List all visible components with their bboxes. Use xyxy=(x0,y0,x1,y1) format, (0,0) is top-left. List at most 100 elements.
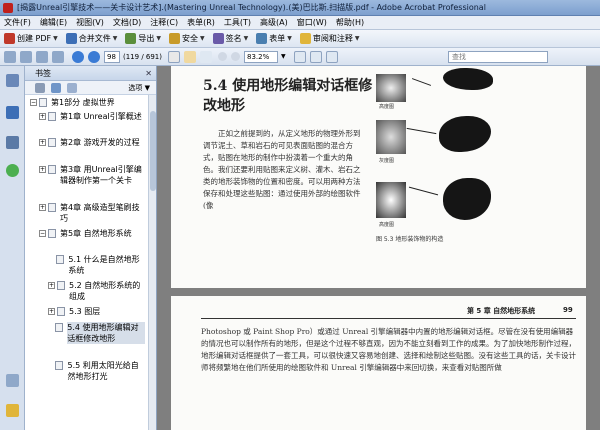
body-paragraph: Photoshop 或 Paint Shop Pro）或通过 Unreal 引擎… xyxy=(201,327,576,372)
fit-page-icon[interactable] xyxy=(293,50,306,63)
pages-icon[interactable] xyxy=(6,74,19,87)
menu-window[interactable]: 窗口(W) xyxy=(297,17,327,28)
bookmark-icon xyxy=(56,255,65,264)
lock-icon xyxy=(169,33,181,44)
bookmark-icon xyxy=(55,323,64,332)
zoom-in-icon[interactable] xyxy=(231,52,240,61)
fit-width-icon[interactable] xyxy=(309,50,322,63)
tasks-toolbar: 创建 PDF ▼ 合并文件 ▼ 导出 ▼ 安全 ▼ 签名 ▼ 表单 ▼ 审阅和注释 ▼ xyxy=(0,30,600,48)
zoom-level-select[interactable]: 83.2% xyxy=(244,50,278,63)
create-pdf-button[interactable]: 创建 PDF ▼ xyxy=(4,33,58,44)
open-icon[interactable] xyxy=(4,50,16,63)
collapse-icon[interactable]: − xyxy=(39,230,46,237)
section-heading: 5.4 使用地形编辑对话框修改地形 xyxy=(203,78,373,114)
page-number-input[interactable]: 98 xyxy=(104,50,120,63)
save-icon[interactable] xyxy=(52,50,64,63)
navigation-rail xyxy=(0,66,25,430)
bookmark-item[interactable]: 5.5 利用太阳光给自然地形打光 xyxy=(48,360,145,382)
page-count: (119 / 691) xyxy=(123,52,162,61)
figure-arrow xyxy=(411,78,432,86)
bookmarks-scrollbar[interactable] xyxy=(148,95,156,430)
select-tool-icon[interactable] xyxy=(168,50,180,63)
options-menu[interactable]: 选项 ▼ xyxy=(128,83,150,93)
zoom-tool-icon[interactable] xyxy=(200,50,212,63)
menu-comments[interactable]: 注释(C) xyxy=(150,17,178,28)
window-title: [揭露Unreal引擎技术——关卡设计艺术].(Mastering Unreal… xyxy=(17,3,486,12)
sign-button[interactable]: 签名 ▼ xyxy=(212,33,248,44)
previous-page-icon[interactable] xyxy=(72,50,84,63)
delete-bookmark-icon[interactable] xyxy=(35,82,45,93)
expand-icon[interactable]: + xyxy=(39,139,46,146)
bookmark-item[interactable]: + 第3章 用Unreal引擎编辑器制作第一个关卡 xyxy=(39,164,145,186)
secure-button[interactable]: 安全 ▼ xyxy=(169,33,205,44)
menu-document[interactable]: 文档(D) xyxy=(113,17,141,28)
bookmark-item-selected[interactable]: 5.4 使用地形编辑对话框修改地形 xyxy=(48,322,145,344)
running-head: 第 5 章 自然地形系统 xyxy=(467,307,536,315)
bookmark-item[interactable]: + 第1章 Unreal引擎概述 xyxy=(39,111,145,122)
document-view[interactable]: 5.4 使用地形编辑对话框修改地形 正如之前提到的，从定义地形的物理外形到调节泥… xyxy=(157,66,600,430)
comments-icon[interactable] xyxy=(6,404,19,417)
menu-tools[interactable]: 工具(T) xyxy=(224,17,251,28)
merge-files-button[interactable]: 合并文件 ▼ xyxy=(65,33,117,44)
secure-label: 安全 xyxy=(182,34,199,43)
scrollbar-thumb[interactable] xyxy=(150,111,156,191)
bookmark-item[interactable]: 5.1 什么是自然地形系统 xyxy=(48,254,145,276)
signatures-icon[interactable] xyxy=(6,136,19,149)
sign-label: 签名 xyxy=(225,34,242,43)
email-icon[interactable] xyxy=(36,50,48,63)
bookmarks-icon[interactable] xyxy=(6,106,19,119)
acrobat-logo-icon xyxy=(3,2,13,13)
menu-help[interactable]: 帮助(H) xyxy=(336,17,364,28)
comment-icon xyxy=(299,33,311,44)
navigation-toolbar: 98 (119 / 691) 83.2% ▼ 查找 xyxy=(0,48,600,66)
menu-view[interactable]: 视图(V) xyxy=(76,17,104,28)
export-button[interactable]: 导出 ▼ xyxy=(125,33,161,44)
page-number: 99 xyxy=(563,306,573,314)
terrain-shape xyxy=(443,68,493,90)
search-input[interactable]: 查找 xyxy=(448,51,548,63)
new-bookmark-icon[interactable] xyxy=(51,82,61,93)
form-icon xyxy=(256,33,268,44)
menu-advanced[interactable]: 高级(A) xyxy=(260,17,288,28)
hand-tool-icon[interactable] xyxy=(184,50,196,63)
zoom-dropdown-icon[interactable]: ▼ xyxy=(281,53,286,60)
expand-icon[interactable]: + xyxy=(48,282,55,289)
expand-bookmark-icon[interactable] xyxy=(67,82,77,93)
print-icon[interactable] xyxy=(20,50,32,63)
bookmark-item[interactable]: + 5.2 自然地形系统的组成 xyxy=(48,280,145,302)
bookmark-item[interactable]: + 5.3 图层 xyxy=(48,306,145,317)
menu-file[interactable]: 文件(F) xyxy=(4,17,31,28)
figure-thumbnail xyxy=(376,74,406,102)
merge-files-icon xyxy=(65,33,77,44)
body-paragraph: 正如之前提到的，从定义地形的物理外形到调节泥土、草和岩石的可见表面贴图的混合方式… xyxy=(203,129,361,210)
bookmark-icon xyxy=(39,98,47,107)
single-page-icon[interactable] xyxy=(325,50,338,63)
next-page-icon[interactable] xyxy=(88,50,100,63)
figure-thumbnail xyxy=(376,182,406,218)
bookmark-item[interactable]: − 第5章 自然地形系统 xyxy=(39,228,145,239)
bookmark-item[interactable]: + 第2章 游戏开发的过程 xyxy=(39,137,145,148)
menu-edit[interactable]: 编辑(E) xyxy=(40,17,67,28)
create-pdf-label: 创建 PDF xyxy=(17,34,52,43)
close-icon[interactable]: ✕ xyxy=(145,69,152,78)
zoom-out-icon[interactable] xyxy=(218,52,227,61)
title-bar: [揭露Unreal引擎技术——关卡设计艺术].(Mastering Unreal… xyxy=(0,0,600,16)
expand-icon[interactable]: + xyxy=(39,113,46,120)
review-comment-button[interactable]: 审阅和注释 ▼ xyxy=(299,33,360,44)
expand-icon[interactable]: + xyxy=(39,166,46,173)
figure-arrow xyxy=(406,127,437,135)
menu-forms[interactable]: 表单(R) xyxy=(187,17,215,28)
bookmark-icon xyxy=(48,203,56,212)
figure-label: 灰度图 xyxy=(379,158,395,164)
expand-icon[interactable]: + xyxy=(39,204,46,211)
bookmark-item[interactable]: + 第4章 高级造型笔刷技巧 xyxy=(39,202,145,224)
collapse-icon[interactable]: − xyxy=(30,99,37,106)
expand-icon[interactable]: + xyxy=(48,308,55,315)
pen-icon xyxy=(212,33,224,44)
bookmarks-panel-title: 书签 xyxy=(35,68,51,78)
attachments-icon[interactable] xyxy=(6,374,19,387)
export-icon xyxy=(125,33,137,44)
forms-button[interactable]: 表单 ▼ xyxy=(256,33,292,44)
bookmark-item[interactable]: − 第1部分 虚拟世界 xyxy=(30,97,145,108)
help-icon[interactable] xyxy=(6,164,19,177)
